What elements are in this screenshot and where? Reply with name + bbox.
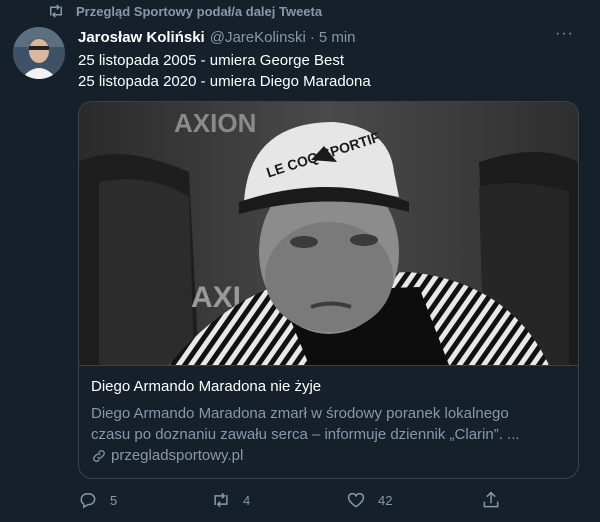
separator-dot: · [309, 28, 315, 46]
share-icon [483, 491, 499, 508]
retweet-count: 4 [243, 492, 251, 508]
reply-count: 5 [110, 492, 118, 508]
avatar-image [13, 27, 65, 79]
tweet-timestamp[interactable]: 5 min [319, 29, 356, 46]
reply-button[interactable]: 5 [78, 490, 117, 510]
tweet-header: Jarosław Koliński @JareKolinski · 5 min … [78, 25, 588, 47]
avatar[interactable] [13, 27, 65, 79]
tweet-line: 25 listopada 2005 - umiera George Best [78, 52, 344, 69]
tweet-actions: 5 4 42 [78, 490, 508, 514]
author-handle[interactable]: @JareKolinski [210, 29, 306, 46]
card-description: Diego Armando Maradona zmarł w środowy p… [91, 403, 566, 445]
link-icon [93, 449, 105, 462]
card-link[interactable]: przegladsportowy.pl [91, 447, 566, 464]
retweet-context-label: Przegląd Sportowy podał/a dalej Tweeta [76, 3, 323, 19]
card-description-line: czasu po doznaniu zawału serca – informu… [91, 426, 520, 443]
card-body[interactable]: Diego Armando Maradona nie żyje Diego Ar… [79, 365, 578, 478]
more-options-icon[interactable]: ··· [555, 25, 574, 43]
heart-icon [347, 492, 365, 508]
share-button[interactable] [481, 490, 501, 510]
link-card[interactable]: AXION AXI LE COQ SPORTIF Diego Armando M… [78, 101, 579, 479]
retweet-icon [214, 492, 228, 508]
tweet-line: 25 listopada 2020 - umiera Diego Maradon… [78, 73, 371, 90]
retweet-context[interactable]: Przegląd Sportowy podał/a dalej Tweeta [46, 2, 322, 20]
author-name[interactable]: Jarosław Koliński [78, 29, 205, 46]
retweet-button[interactable]: 4 [211, 490, 250, 510]
card-description-line: Diego Armando Maradona zmarł w środowy p… [91, 405, 509, 422]
tweet-text: 25 listopada 2005 - umiera George Best 2… [78, 50, 578, 92]
card-title: Diego Armando Maradona nie żyje [91, 378, 322, 395]
card-link-text: przegladsportowy.pl [111, 447, 244, 464]
card-image[interactable]: AXION AXI LE COQ SPORTIF [79, 102, 578, 365]
like-button[interactable]: 42 [346, 490, 392, 510]
reply-icon [80, 493, 96, 509]
banner-text-top: AXION [174, 108, 256, 138]
like-count: 42 [378, 492, 393, 508]
retweet-icon [50, 4, 62, 18]
